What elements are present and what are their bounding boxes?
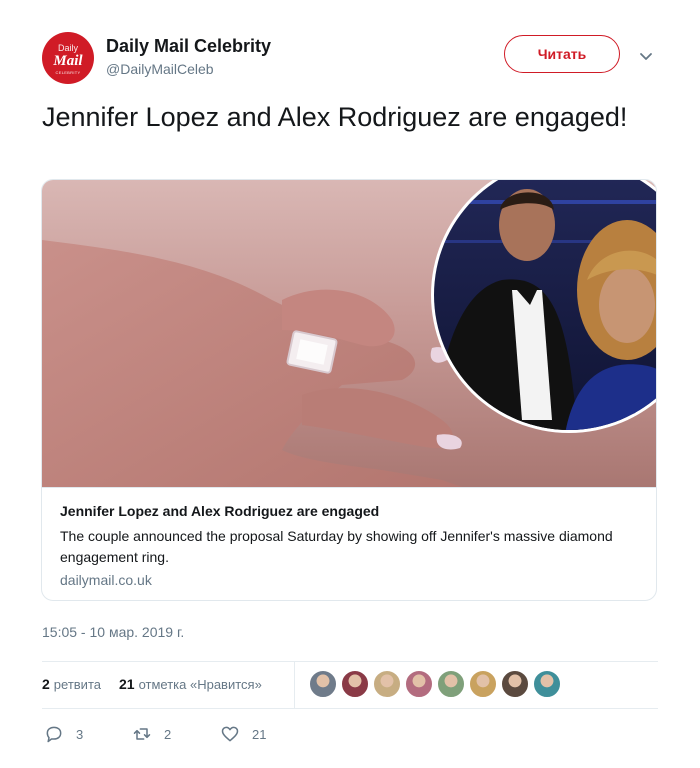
avatar-text-mail: Mail <box>53 52 83 69</box>
account-name[interactable]: Daily Mail Celebrity <box>106 36 271 57</box>
avatar[interactable]: Daily Mail CELEBRITY <box>42 32 94 84</box>
tweet-text: Jennifer Lopez and Alex Rodriguez are en… <box>42 102 628 132</box>
retweets-count: 2 <box>42 676 50 692</box>
card-description: The couple announced the proposal Saturd… <box>60 528 613 565</box>
retweets-stat[interactable]: 2 ретвита <box>42 676 101 692</box>
heart-icon <box>221 726 239 742</box>
likers-avatars <box>309 670 565 698</box>
liker-avatar[interactable] <box>437 670 465 698</box>
card-image[interactable] <box>42 180 657 487</box>
like-button[interactable]: 21 <box>220 724 266 744</box>
stats-separator <box>294 662 295 708</box>
avatar-text-celebrity: CELEBRITY <box>55 69 81 75</box>
card-body[interactable]: Jennifer Lopez and Alex Rodriguez are en… <box>42 487 656 600</box>
liker-avatar[interactable] <box>533 670 561 698</box>
liker-avatar[interactable] <box>469 670 497 698</box>
retweet-count: 2 <box>164 726 172 742</box>
reply-icon <box>46 726 62 743</box>
reply-count: 3 <box>76 726 84 742</box>
tweet-stats: 2 ретвита 21 отметка «Нравится» <box>42 662 658 708</box>
liker-avatar[interactable] <box>373 670 401 698</box>
chevron-down-icon[interactable] <box>638 48 654 64</box>
liker-avatar[interactable] <box>501 670 529 698</box>
likes-label: отметка «Нравится» <box>138 677 262 692</box>
link-card[interactable]: Jennifer Lopez and Alex Rodriguez are en… <box>41 179 657 601</box>
retweets-label: ретвита <box>53 677 101 692</box>
likes-count: 21 <box>119 676 135 692</box>
account-handle[interactable]: @DailyMailCeleb <box>106 61 214 77</box>
liker-avatar[interactable] <box>405 670 433 698</box>
divider <box>42 708 658 709</box>
card-title[interactable]: Jennifer Lopez and Alex Rodriguez are en… <box>60 503 379 519</box>
tweet-actions: 3 2 21 <box>42 720 658 752</box>
retweet-icon <box>133 728 151 740</box>
tweet-timestamp[interactable]: 15:05 - 10 мар. 2019 г. <box>42 624 184 640</box>
avatar-text-daily: Daily <box>57 42 78 53</box>
liker-avatar[interactable] <box>341 670 369 698</box>
liker-avatar[interactable] <box>309 670 337 698</box>
like-count: 21 <box>252 726 267 742</box>
tweet-header: Daily Mail CELEBRITY Daily Mail Celebrit… <box>42 32 662 84</box>
reply-button[interactable]: 3 <box>44 724 83 744</box>
follow-button[interactable]: Читать <box>504 35 620 73</box>
card-domain[interactable]: dailymail.co.uk <box>60 572 152 588</box>
retweet-button[interactable]: 2 <box>132 724 171 744</box>
likes-stat[interactable]: 21 отметка «Нравится» <box>119 676 262 692</box>
